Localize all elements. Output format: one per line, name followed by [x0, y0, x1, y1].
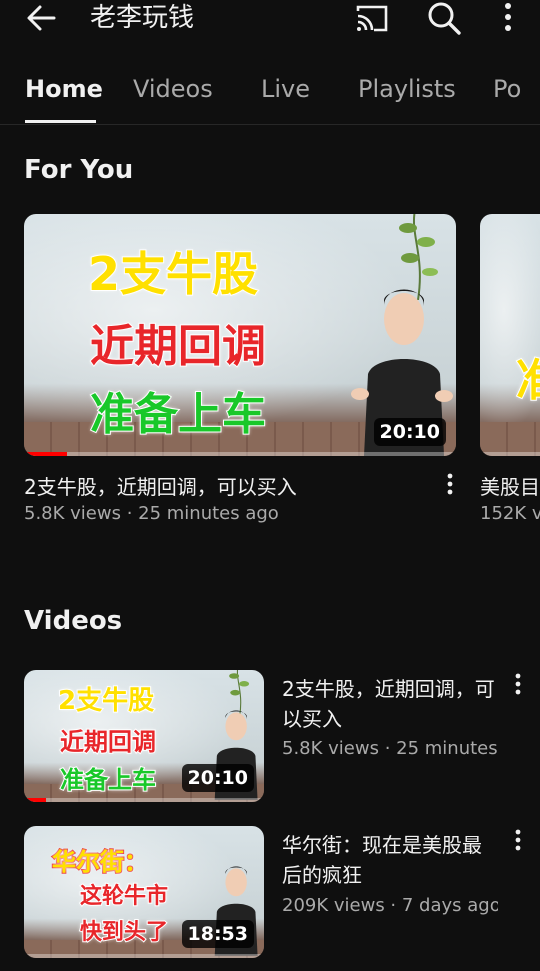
tab-live[interactable]: Live	[261, 74, 310, 104]
video-title[interactable]: 2支牛股，近期回调，可以买入	[24, 472, 424, 502]
video-title[interactable]: 华尔街：现在是美股最后的疯狂	[282, 830, 498, 890]
tab-videos[interactable]: Videos	[133, 74, 213, 104]
video-meta: 5.8K views · 25 minutes ago	[24, 503, 279, 524]
thumbnail-text-line: 2支牛股	[87, 246, 259, 302]
tab-home[interactable]: Home	[25, 74, 103, 104]
video-thumbnail[interactable]: 2支牛股 近期回调 准备上车 20:10	[24, 214, 456, 456]
thumbnail-text-line: 准备上车	[59, 765, 157, 795]
video-meta: 152K v	[480, 503, 540, 524]
more-vert-icon[interactable]	[442, 472, 458, 496]
video-meta: 5.8K views · 25 minutes a	[282, 738, 498, 759]
duration-badge: 18:53	[181, 920, 254, 948]
video-meta: 209K views · 7 days ago	[282, 895, 498, 916]
video-thumbnail[interactable]: 2支牛股 近期回调 准备上车 20:10	[24, 670, 264, 802]
thumbnail-text-line: 准	[515, 354, 540, 407]
duration-badge: 20:10	[373, 418, 446, 446]
top-app-bar: 老李玩钱	[0, 0, 540, 40]
watch-progress-track	[24, 452, 456, 456]
thumbnail-text-line: 快到头了	[79, 919, 169, 946]
duration-badge: 20:10	[181, 764, 254, 792]
watch-progress-track	[480, 452, 540, 456]
thumbnail-text-line: 2支牛股	[57, 685, 155, 717]
more-vert-icon[interactable]	[510, 828, 526, 852]
thumbnail-text-line: 华尔街：	[51, 847, 149, 877]
video-title[interactable]: 美股目	[480, 472, 540, 502]
thumbnail-text-line: 准备上车	[89, 388, 267, 441]
video-thumbnail[interactable]: 准	[480, 214, 540, 456]
video-title[interactable]: 2支牛股，近期回调，可以买入	[282, 674, 498, 734]
watch-progress-bar	[24, 798, 46, 802]
watch-progress-bar	[24, 452, 67, 456]
videos-heading: Videos	[24, 606, 123, 636]
for-you-heading: For You	[24, 155, 134, 185]
thumbnail-text-line: 近期回调	[89, 320, 267, 373]
watch-progress-track	[24, 954, 264, 958]
channel-tabs: Home Videos Live Playlists Po	[0, 60, 540, 125]
more-vert-icon[interactable]	[510, 672, 526, 696]
cast-icon[interactable]	[354, 2, 390, 34]
active-tab-indicator	[25, 120, 96, 123]
video-thumbnail[interactable]: 华尔街： 这轮牛市 快到头了 18:53	[24, 826, 264, 958]
back-arrow-icon[interactable]	[24, 2, 60, 34]
search-icon[interactable]	[426, 0, 462, 36]
channel-title: 老李玩钱	[90, 3, 195, 33]
thumbnail-text-line: 这轮牛市	[79, 883, 169, 910]
tab-posts[interactable]: Po	[493, 74, 521, 104]
thumbnail-text-line: 近期回调	[59, 727, 157, 757]
tab-playlists[interactable]: Playlists	[358, 74, 456, 104]
watch-progress-track	[24, 798, 264, 802]
more-options-icon[interactable]	[496, 0, 520, 36]
